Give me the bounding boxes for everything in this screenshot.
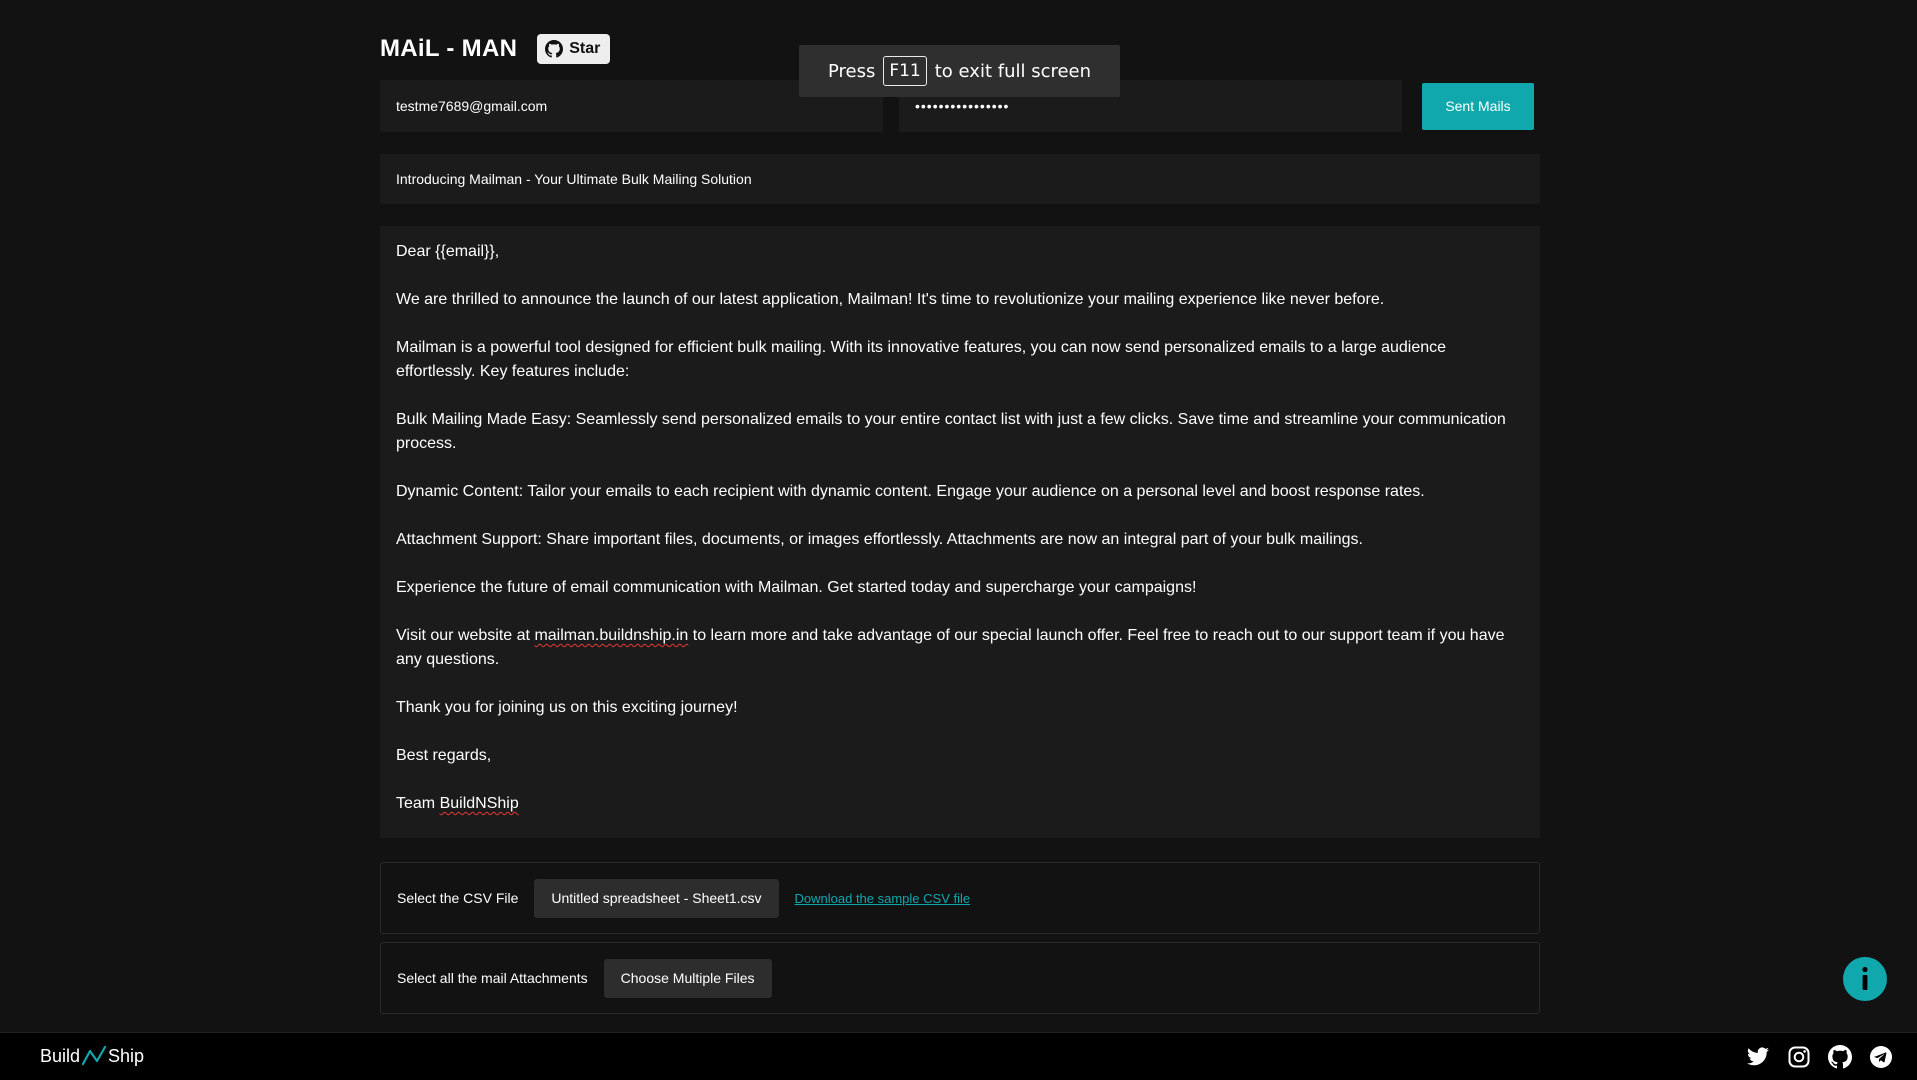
send-mails-button[interactable]: Sent Mails — [1422, 82, 1534, 130]
toast-key: F11 — [883, 56, 927, 86]
body-paragraph: Bulk Mailing Made Easy: Seamlessly send … — [396, 411, 1506, 452]
body-greeting: Dear {{email}}, — [396, 243, 500, 260]
star-label: Star — [569, 40, 601, 57]
github-icon — [545, 40, 564, 58]
twitter-icon[interactable] — [1746, 1045, 1770, 1069]
body-paragraph: Mailman is a powerful tool designed for … — [396, 339, 1447, 380]
signature-name: BuildNShip — [439, 795, 519, 812]
buildnship-logo[interactable]: Build Ship — [40, 1045, 144, 1067]
subject-field[interactable]: Introducing Mailman - Your Ultimate Bulk… — [380, 154, 1540, 204]
mailman-page: MAiL - MAN Star Sent Mails Introducing M… — [0, 0, 1917, 1080]
body-paragraph: Best regards, — [396, 747, 492, 764]
choose-files-button[interactable]: Choose Multiple Files — [603, 958, 772, 998]
social-links — [1746, 1045, 1893, 1069]
body-paragraph: Thank you for joining us on this excitin… — [396, 699, 738, 716]
body-paragraph: Attachment Support: Share important file… — [396, 531, 1363, 548]
toast-suffix: to exit full screen — [934, 60, 1092, 82]
app-title: MAiL - MAN — [380, 35, 518, 62]
download-sample-csv-link[interactable]: Download the sample CSV file — [795, 891, 971, 906]
brand-left: Build — [40, 1045, 81, 1066]
github-star-button[interactable]: Star — [537, 34, 611, 64]
body-paragraph-website: Visit our website at mailman.buildnship.… — [396, 624, 1524, 672]
email-body-editor[interactable]: Dear {{email}}, We are thrilled to annou… — [380, 226, 1540, 838]
csv-file-panel: Select the CSV File Untitled spreadsheet… — [380, 862, 1540, 934]
body-paragraph: Dynamic Content: Tailor your emails to e… — [396, 483, 1425, 500]
info-button[interactable] — [1843, 957, 1887, 1001]
attachments-panel: Select all the mail Attachments Choose M… — [380, 942, 1540, 1014]
body-signature: Team BuildNShip — [396, 792, 1524, 816]
signature-prefix: Team — [396, 795, 440, 812]
info-icon — [1843, 957, 1887, 1001]
csv-label: Select the CSV File — [397, 890, 519, 906]
brand-right: Ship — [108, 1045, 145, 1066]
main-container: MAiL - MAN Star Sent Mails Introducing M… — [380, 0, 1540, 1014]
body-paragraph: Experience the future of email communica… — [396, 579, 1197, 596]
website-text: mailman.buildnship.in — [534, 627, 689, 644]
footer: Build Ship — [0, 1032, 1917, 1080]
instagram-icon[interactable] — [1787, 1045, 1811, 1069]
csv-file-button[interactable]: Untitled spreadsheet - Sheet1.csv — [534, 878, 779, 918]
github-icon[interactable] — [1828, 1045, 1852, 1069]
body-text: Visit our website at — [396, 627, 535, 644]
attachments-label: Select all the mail Attachments — [397, 970, 588, 986]
fullscreen-toast: Press F11 to exit full screen — [799, 45, 1120, 97]
toast-prefix: Press — [827, 60, 876, 82]
body-paragraph: We are thrilled to announce the launch o… — [396, 291, 1385, 308]
brand-mark-icon — [80, 1045, 108, 1067]
telegram-icon[interactable] — [1869, 1045, 1893, 1069]
